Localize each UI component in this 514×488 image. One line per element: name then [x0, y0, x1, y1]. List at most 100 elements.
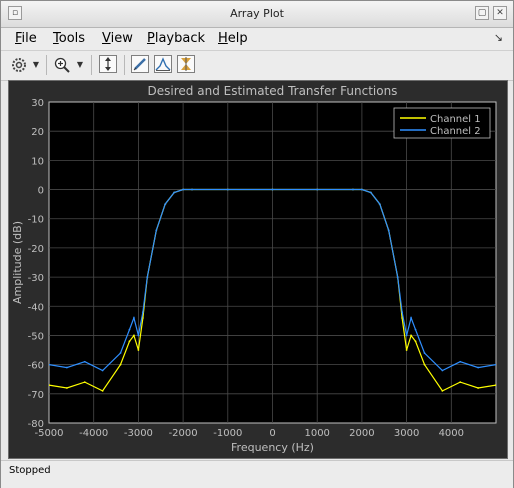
x-tick-label: -1000	[213, 428, 242, 439]
series-1-point	[414, 340, 417, 343]
window-menu-icon[interactable]: ▫	[8, 6, 22, 20]
series-2-point	[155, 229, 158, 232]
y-tick-label: 20	[31, 127, 44, 138]
cursor-measure-icon[interactable]	[177, 55, 195, 73]
x-tick-label: 3000	[394, 428, 419, 439]
y-tick-label: -60	[28, 361, 44, 372]
series-1-point	[495, 384, 496, 386]
series-1-point	[459, 381, 462, 384]
series-2-point	[137, 334, 140, 337]
series-2-point	[369, 191, 372, 194]
series-1-point	[83, 381, 86, 384]
menu-view-mnemonic: V	[102, 31, 111, 46]
legend-label-1: Channel 1	[430, 114, 481, 125]
series-2-point	[410, 317, 412, 319]
menu-playback-label: layback	[154, 31, 206, 46]
y-tick-label: -40	[28, 302, 44, 313]
series-2-point	[65, 366, 68, 369]
y-tick-label: -30	[28, 273, 44, 284]
series-1-point	[101, 390, 104, 392]
y-tick-label: 0	[38, 186, 44, 197]
x-tick-label: -2000	[169, 428, 198, 439]
close-icon[interactable]: ✕	[493, 6, 507, 20]
gear-dropdown-icon[interactable]: ▼	[31, 55, 41, 75]
menu-help[interactable]: Help	[218, 31, 248, 46]
series-2-point	[128, 328, 131, 331]
window-title: Array Plot	[230, 7, 284, 20]
zoom-dropdown-icon[interactable]: ▼	[75, 55, 85, 75]
series-1-point	[128, 340, 131, 343]
x-tick-label: -4000	[79, 428, 108, 439]
gear-icon[interactable]	[10, 55, 28, 75]
menu-view-label: iew	[110, 31, 133, 46]
y-axis-label: Amplitude (dB)	[11, 221, 24, 304]
series-2-point	[226, 188, 229, 191]
toolbar: ▼ ▼	[1, 50, 513, 81]
series-2-point	[182, 188, 185, 191]
series-2-point	[119, 352, 122, 354]
y-tick-label: -20	[28, 244, 44, 255]
y-tick-label: 10	[31, 156, 44, 167]
status-text: Stopped	[9, 465, 51, 476]
series-1-point	[137, 349, 140, 351]
menu-file[interactable]: File	[15, 31, 37, 46]
series-2-point	[387, 229, 390, 232]
y-tick-label: -10	[28, 215, 44, 226]
x-tick-label: 0	[269, 428, 275, 439]
series-2-point	[378, 203, 381, 206]
series-2-point	[164, 203, 167, 206]
series-1-point	[65, 387, 68, 389]
x-axis-label: Frequency (Hz)	[231, 441, 314, 454]
app-window: Array Plot ▫ ▢ ✕ File Tools View Playbac…	[0, 0, 514, 488]
menu-file-label: ile	[21, 31, 37, 46]
menu-view[interactable]: View	[102, 31, 133, 46]
series-1-point	[49, 384, 50, 386]
transfer-function-chart[interactable]: Desired and Estimated Transfer Functions…	[9, 81, 507, 458]
dock-arrow-icon[interactable]: ↘	[494, 31, 503, 44]
scale-axes-icon[interactable]	[99, 55, 117, 73]
series-2-point	[361, 188, 363, 191]
series-2-point	[271, 188, 274, 191]
x-tick-label: 2000	[349, 428, 374, 439]
series-2-point	[401, 311, 404, 314]
series-1-point	[405, 349, 408, 351]
menu-tools[interactable]: Tools	[53, 31, 85, 46]
legend-label-2: Channel 2	[430, 126, 481, 137]
x-tick-label: 1000	[304, 428, 329, 439]
series-2-point	[133, 317, 135, 319]
series-2-point	[316, 188, 319, 191]
series-2-point	[49, 363, 50, 366]
toolbar-separator	[91, 55, 92, 75]
series-2-point	[459, 360, 462, 363]
series-1-point	[133, 334, 135, 337]
x-tick-label: -3000	[124, 428, 153, 439]
series-2-point	[352, 188, 354, 191]
menu-tools-label: ools	[58, 31, 86, 46]
peak-finder-icon[interactable]	[154, 55, 172, 73]
series-2-point	[101, 369, 104, 372]
series-2-point	[191, 188, 193, 191]
series-2-point	[146, 276, 149, 278]
series-2-point	[423, 352, 426, 354]
toolbar-separator	[46, 55, 47, 75]
series-2-point	[83, 360, 86, 363]
maximize-icon[interactable]: ▢	[475, 6, 489, 20]
toolbar-separator	[124, 55, 125, 75]
y-tick-label: -70	[28, 390, 44, 401]
series-1-point	[410, 334, 412, 337]
menu-playback-mnemonic: P	[147, 31, 155, 46]
series-1-point	[477, 387, 480, 389]
chart-title: Desired and Estimated Transfer Functions	[148, 84, 398, 98]
zoom-in-icon[interactable]	[53, 55, 71, 75]
menu-bar: File Tools View Playback Help ↘	[1, 28, 513, 50]
series-2-point	[441, 369, 444, 372]
menu-playback[interactable]: Playback	[147, 31, 205, 46]
title-bar[interactable]: Array Plot ▫ ▢ ✕	[1, 1, 513, 28]
y-tick-label: -50	[28, 331, 44, 342]
series-2-point	[414, 328, 417, 331]
plot-panel: Desired and Estimated Transfer Functions…	[8, 80, 508, 459]
series-1-point	[441, 390, 444, 392]
series-2-point	[477, 366, 480, 369]
menu-help-mnemonic: H	[218, 31, 228, 46]
edit-icon[interactable]	[131, 55, 149, 73]
